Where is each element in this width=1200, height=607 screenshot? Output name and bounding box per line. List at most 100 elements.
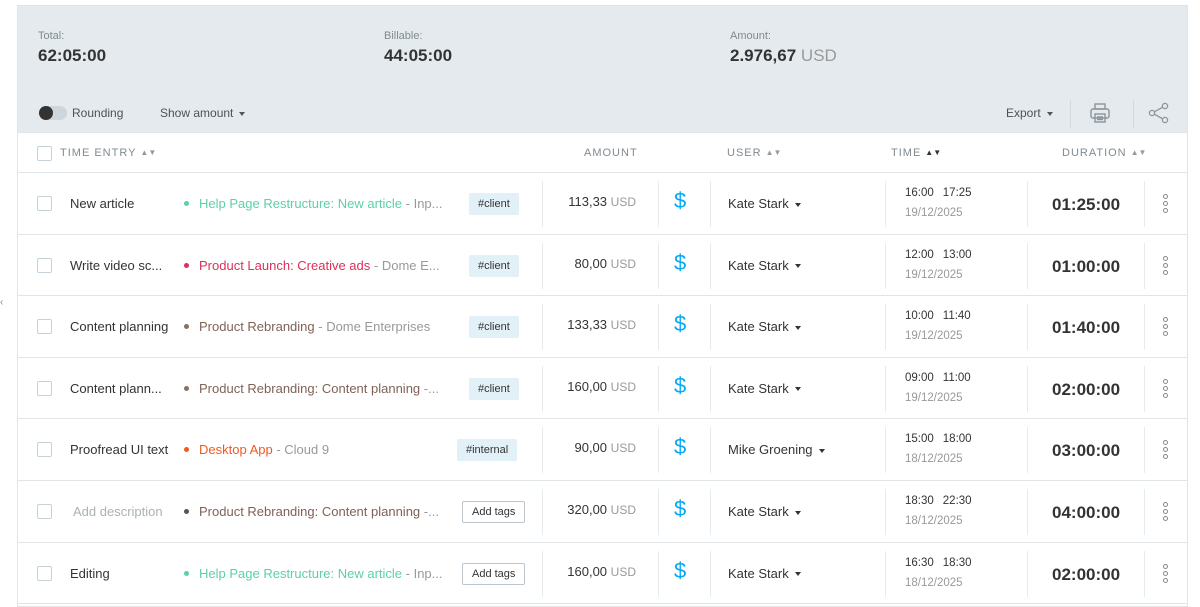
entry-time-range[interactable]: 09:00 11:00: [905, 372, 971, 384]
entry-user[interactable]: Kate Stark: [728, 258, 801, 273]
column-user[interactable]: USER ▲▼: [727, 147, 781, 159]
user-name: Kate Stark: [728, 196, 789, 211]
more-options-icon[interactable]: [1161, 255, 1169, 277]
add-tags-button[interactable]: Add tags: [462, 500, 526, 523]
client-name: - Inp...: [402, 565, 443, 581]
cell-divider: [658, 304, 659, 351]
end-time: 13:00: [942, 248, 972, 261]
project-name: Product Rebranding: Content planning: [199, 380, 421, 396]
cell-divider: [658, 365, 659, 412]
entry-duration[interactable]: 01:40:00: [1052, 318, 1120, 338]
entry-date[interactable]: 19/12/2025: [905, 330, 963, 342]
entry-date[interactable]: 18/12/2025: [905, 577, 963, 589]
entry-project[interactable]: Product Rebranding: Content planning -..…: [184, 504, 439, 519]
cell-divider: [710, 242, 711, 289]
entry-date[interactable]: 18/12/2025: [905, 453, 963, 465]
column-duration[interactable]: DURATION ▲▼: [1062, 147, 1146, 159]
entry-user[interactable]: Mike Groening: [728, 442, 825, 457]
row-checkbox[interactable]: [37, 196, 52, 211]
cell-divider: [542, 550, 543, 597]
entry-user[interactable]: Kate Stark: [728, 381, 801, 396]
billable-label: Billable:: [384, 30, 423, 42]
entry-date[interactable]: 19/12/2025: [905, 392, 963, 404]
entry-duration[interactable]: 01:25:00: [1052, 195, 1120, 215]
amount-label: Amount:: [730, 30, 771, 42]
entry-project[interactable]: Help Page Restructure: New article - Inp…: [184, 196, 443, 211]
entry-time-range[interactable]: 10:00 11:40: [905, 310, 971, 322]
entry-description[interactable]: New article: [70, 196, 134, 211]
entry-description[interactable]: Proofread UI text: [70, 442, 168, 457]
entry-project[interactable]: Product Rebranding - Dome Enterprises: [184, 319, 430, 334]
entry-user[interactable]: Kate Stark: [728, 319, 801, 334]
entry-duration[interactable]: 04:00:00: [1052, 503, 1120, 523]
entry-description[interactable]: Content planning: [70, 319, 168, 334]
entry-date[interactable]: 19/12/2025: [905, 207, 963, 219]
entry-description[interactable]: Add description: [73, 504, 163, 519]
row-checkbox[interactable]: [37, 565, 52, 581]
entry-tag[interactable]: #client: [469, 316, 519, 339]
entry-tag[interactable]: #client: [469, 254, 519, 277]
entry-time-range[interactable]: 15:00 18:00: [905, 433, 972, 445]
entry-project[interactable]: Product Rebranding: Content planning -..…: [184, 381, 439, 396]
collapse-handle-icon[interactable]: ‹: [0, 296, 6, 310]
entry-project[interactable]: Desktop App - Cloud 9: [184, 442, 329, 457]
add-tags-button[interactable]: Add tags: [462, 562, 526, 585]
entry-description[interactable]: Editing: [70, 566, 110, 581]
entry-date[interactable]: 19/12/2025: [905, 269, 963, 281]
column-time[interactable]: TIME ▲▼: [891, 147, 941, 159]
entry-project[interactable]: Product Launch: Creative ads - Dome E...: [184, 258, 440, 273]
entry-tag[interactable]: #client: [469, 193, 519, 215]
more-options-icon[interactable]: [1161, 193, 1169, 215]
entry-user[interactable]: Kate Stark: [728, 196, 801, 211]
more-options-icon[interactable]: [1161, 439, 1169, 461]
entry-duration[interactable]: 02:00:00: [1052, 380, 1120, 400]
amount-currency: USD: [610, 256, 636, 271]
more-options-icon[interactable]: [1161, 378, 1169, 400]
row-checkbox[interactable]: [37, 319, 52, 335]
rounding-toggle[interactable]: [39, 106, 67, 120]
entry-tag[interactable]: #client: [469, 377, 519, 400]
amount-number: 160,00: [567, 378, 608, 394]
entry-duration[interactable]: 03:00:00: [1052, 441, 1120, 461]
more-options-icon[interactable]: [1161, 316, 1169, 338]
cell-divider: [1027, 304, 1028, 351]
entry-description[interactable]: Write video sc...: [70, 258, 162, 273]
entry-tag[interactable]: #internal: [457, 439, 518, 462]
row-checkbox[interactable]: [37, 503, 52, 519]
cell-divider: [542, 365, 543, 412]
share-icon[interactable]: [1148, 102, 1170, 129]
printer-icon[interactable]: [1089, 102, 1111, 129]
billable-dollar-icon[interactable]: $: [674, 188, 686, 214]
start-time: 12:00: [905, 248, 934, 261]
billable-dollar-icon[interactable]: $: [674, 496, 686, 522]
entry-user[interactable]: Kate Stark: [728, 566, 801, 581]
entry-duration[interactable]: 02:00:00: [1052, 565, 1120, 585]
more-options-icon[interactable]: [1161, 501, 1169, 523]
entry-date[interactable]: 18/12/2025: [905, 515, 963, 527]
cell-divider: [658, 181, 659, 227]
billable-dollar-icon[interactable]: $: [674, 250, 686, 276]
more-options-icon[interactable]: [1161, 563, 1169, 585]
column-time-entry[interactable]: TIME ENTRY ▲▼: [60, 147, 156, 159]
toolbar: Rounding Show amount Export: [18, 98, 1187, 132]
export-dropdown[interactable]: Export: [1006, 106, 1053, 120]
row-checkbox[interactable]: [37, 257, 52, 273]
entry-time-range[interactable]: 12:00 13:00: [905, 249, 972, 261]
user-name: Kate Stark: [728, 257, 789, 273]
row-checkbox[interactable]: [37, 380, 52, 396]
entry-project[interactable]: Help Page Restructure: New article - Inp…: [184, 566, 443, 581]
entry-time-range[interactable]: 18:30 22:30: [905, 495, 972, 507]
project-name: Help Page Restructure: New article: [199, 565, 403, 581]
entry-time-range[interactable]: 16:30 18:30: [905, 557, 972, 569]
select-all-checkbox[interactable]: [37, 146, 52, 161]
billable-dollar-icon[interactable]: $: [674, 558, 686, 584]
entry-time-range[interactable]: 16:00 17:25: [905, 187, 972, 199]
entry-user[interactable]: Kate Stark: [728, 504, 801, 519]
entry-description[interactable]: Content plann...: [70, 381, 162, 396]
entry-duration[interactable]: 01:00:00: [1052, 257, 1120, 277]
billable-dollar-icon[interactable]: $: [674, 311, 686, 337]
row-checkbox[interactable]: [37, 442, 52, 458]
show-amount-dropdown[interactable]: Show amount: [160, 106, 246, 120]
billable-dollar-icon[interactable]: $: [674, 373, 686, 399]
billable-dollar-icon[interactable]: $: [674, 434, 686, 460]
